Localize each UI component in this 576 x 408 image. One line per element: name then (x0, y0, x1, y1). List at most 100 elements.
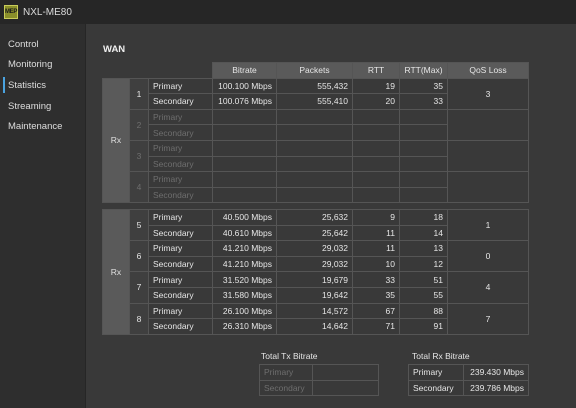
bitrate-cell: 41.210 Mbps (212, 240, 277, 257)
column-header-bitrate: Bitrate (212, 62, 278, 79)
rtt-max-cell: 18 (399, 209, 448, 226)
bitrate-cell: 40.500 Mbps (212, 209, 277, 226)
total-rx-secondary-value: 239.786 Mbps (463, 379, 529, 397)
stream-number: 1 (129, 77, 149, 110)
stream-number: 8 (129, 302, 149, 335)
rtt-max-cell (399, 171, 449, 188)
rtt-max-cell: 55 (399, 286, 448, 304)
table-row: Rx 5 Primary 40.500 Mbps 25,632 9 18 1 (102, 208, 529, 335)
primary-label: Primary (147, 139, 214, 157)
sidebar-item-control[interactable]: Control (0, 34, 85, 55)
packets-cell: 14,642 (276, 318, 353, 335)
qos-loss-cell (447, 171, 530, 204)
primary-label: Primary (148, 240, 213, 257)
rtt-cell (352, 171, 401, 188)
total-rx-title: Total Rx Bitrate (412, 351, 470, 361)
rtt-cell (352, 108, 401, 126)
bitrate-cell: 100.100 Mbps (212, 77, 278, 95)
stream-number: 4 (129, 171, 149, 204)
packets-cell: 14,572 (276, 302, 353, 320)
bitrate-cell: 26.310 Mbps (212, 318, 277, 335)
total-tx-primary-label: Primary (259, 364, 313, 381)
packets-cell (276, 155, 354, 173)
packets-cell (276, 124, 354, 141)
qos-loss-cell: 1 (447, 208, 529, 242)
packets-cell: 19,679 (276, 271, 353, 288)
total-tx-title: Total Tx Bitrate (261, 351, 318, 361)
rtt-max-cell: 88 (399, 302, 448, 320)
total-tx-table: Primary Secondary (259, 364, 379, 397)
rtt-max-cell: 33 (399, 93, 449, 110)
packets-cell: 29,032 (276, 240, 353, 257)
title-bar: MEP NXL-ME80 (0, 0, 576, 24)
column-header-packets: Packets (276, 62, 354, 79)
primary-label: Primary (147, 108, 214, 126)
secondary-label: Secondary (148, 286, 213, 304)
rtt-cell (352, 186, 401, 204)
qos-loss-cell (447, 108, 530, 141)
rtt-cell (352, 139, 401, 157)
section-title: WAN (103, 44, 126, 55)
qos-loss-cell: 7 (447, 302, 529, 335)
secondary-label: Secondary (148, 255, 213, 273)
rtt-cell: 71 (352, 318, 400, 335)
column-header-rtt-max: RTT(Max) (399, 62, 449, 79)
packets-cell (276, 186, 354, 204)
bitrate-cell: 41.210 Mbps (212, 255, 277, 273)
rtt-max-cell: 91 (399, 318, 448, 335)
rtt-cell: 20 (352, 93, 401, 110)
rtt-cell: 9 (352, 209, 400, 226)
primary-label: Primary (147, 171, 214, 188)
total-tx-primary-value (312, 364, 379, 381)
rtt-cell: 10 (352, 255, 400, 273)
rtt-max-cell (399, 155, 449, 173)
packets-cell: 25,642 (276, 224, 353, 242)
packets-cell: 25,632 (276, 209, 353, 226)
bitrate-cell: 31.580 Mbps (212, 286, 277, 304)
rtt-max-cell (399, 124, 449, 141)
packets-cell (276, 171, 354, 188)
bitrate-cell: 31.520 Mbps (212, 271, 277, 288)
stream-number: 3 (129, 139, 149, 173)
column-header-rtt: RTT (352, 62, 401, 79)
packets-cell: 29,032 (276, 255, 353, 273)
rtt-max-cell: 35 (399, 77, 449, 95)
secondary-label: Secondary (147, 155, 214, 173)
table-row: 7 Primary 31.520 Mbps 19,679 33 51 4 (103, 271, 529, 304)
rtt-max-cell: 12 (399, 255, 448, 273)
rtt-cell: 11 (352, 240, 400, 257)
rtt-cell: 11 (352, 224, 400, 242)
stream-number: 6 (129, 240, 149, 273)
rtt-max-cell: 51 (399, 271, 448, 288)
rtt-cell: 19 (352, 77, 401, 95)
secondary-label: Secondary (148, 224, 213, 242)
primary-label: Primary (148, 271, 213, 288)
sidebar-item-statistics[interactable]: Statistics (0, 75, 85, 96)
total-rx-primary-label: Primary (408, 364, 464, 381)
stream-number: 2 (129, 108, 149, 141)
packets-cell: 19,642 (276, 286, 353, 304)
rtt-cell: 67 (352, 302, 400, 320)
sidebar-item-streaming[interactable]: Streaming (0, 96, 85, 117)
secondary-label: Secondary (148, 318, 213, 335)
bitrate-cell (212, 139, 278, 157)
table-row: Rx 1 Primary 100.100 Mbps 555,432 19 35 3 (102, 77, 530, 204)
sidebar-item-monitoring[interactable]: Monitoring (0, 55, 85, 76)
total-rx-secondary-row: Secondary 239.786 Mbps (408, 379, 529, 397)
packets-cell: 555,410 (276, 93, 354, 110)
total-tx-secondary-label: Secondary (259, 379, 313, 397)
bitrate-cell: 40.610 Mbps (212, 224, 277, 242)
stream-number: 7 (129, 271, 149, 304)
rtt-max-cell: 13 (399, 240, 448, 257)
rx-group-label: Rx (102, 209, 130, 335)
qos-loss-cell: 4 (447, 271, 529, 304)
table-row: 4 Primary (103, 171, 530, 204)
qos-loss-cell: 0 (447, 240, 529, 273)
secondary-label: Secondary (147, 93, 214, 110)
sidebar-item-maintenance[interactable]: Maintenance (0, 116, 85, 137)
total-tx-secondary-value (312, 379, 379, 397)
rtt-max-cell: 14 (399, 224, 448, 242)
bitrate-cell (212, 155, 278, 173)
rx-group-label: Rx (102, 77, 130, 204)
bitrate-cell: 100.076 Mbps (212, 93, 278, 110)
